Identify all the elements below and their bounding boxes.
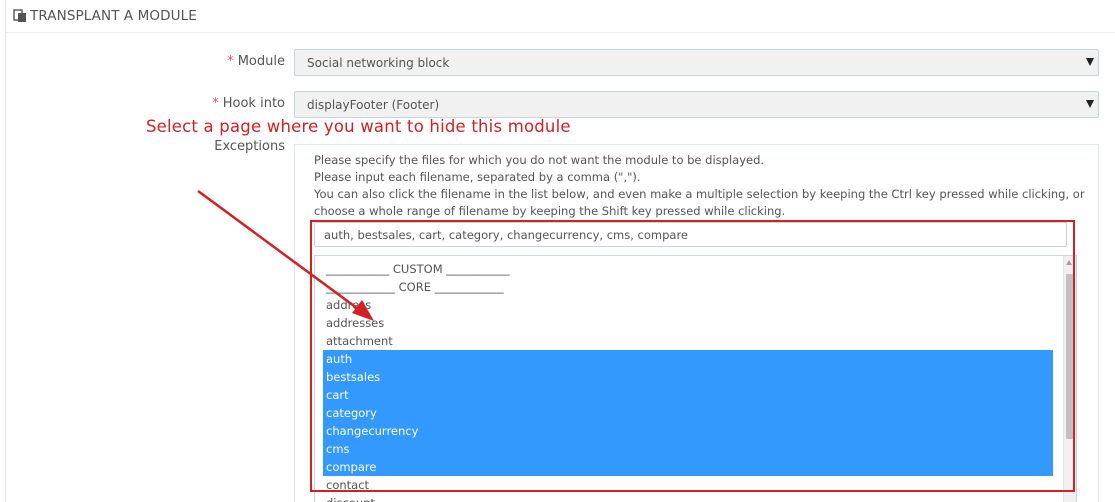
list-item[interactable]: category <box>323 404 1053 422</box>
scroll-up-icon[interactable] <box>1066 260 1072 265</box>
chevron-down-icon <box>1086 58 1094 66</box>
hook-label-text: Hook into <box>222 96 285 111</box>
help-text-line: Please specify the files for which you d… <box>314 153 765 167</box>
list-item[interactable]: ____________ CORE ____________ <box>323 278 1053 296</box>
list-item[interactable]: address <box>323 296 1053 314</box>
list-item[interactable]: contact <box>323 476 1053 494</box>
list-item[interactable]: bestsales <box>323 368 1053 386</box>
module-label: * Module <box>227 54 285 69</box>
list-item[interactable]: attachment <box>323 332 1053 350</box>
hook-label: * Hook into <box>212 96 285 111</box>
list-item[interactable]: auth <box>323 350 1053 368</box>
panel-heading: TRANSPLANT A MODULE <box>6 0 1115 33</box>
help-text-line: Please input each filename, separated by… <box>314 170 641 184</box>
exceptions-input-value: auth, bestsales, cart, category, changec… <box>324 227 689 242</box>
exceptions-input[interactable]: auth, bestsales, cart, category, changec… <box>314 222 1067 247</box>
required-mark: * <box>227 54 234 69</box>
help-text-line: choose a whole range of filename by keep… <box>314 204 786 218</box>
list-item[interactable]: discount <box>323 494 1053 502</box>
list-item[interactable]: addresses <box>323 314 1053 332</box>
panel-title: TRANSPLANT A MODULE <box>30 8 197 24</box>
chevron-down-icon <box>1086 100 1094 108</box>
scroll-thumb[interactable] <box>1066 274 1073 439</box>
hook-select-value: displayFooter (Footer) <box>307 97 440 112</box>
transplant-icon <box>13 9 27 23</box>
hook-select[interactable]: displayFooter (Footer) <box>294 91 1099 118</box>
list-item[interactable]: compare <box>323 458 1053 476</box>
list-item[interactable]: ___________ CUSTOM ___________ <box>323 260 1053 278</box>
annotation-text: Select a page where you want to hide thi… <box>146 117 571 136</box>
exceptions-listbox[interactable]: ___________ CUSTOM ___________ _________… <box>314 255 1077 502</box>
module-label-text: Module <box>237 54 285 69</box>
module-select-value: Social networking block <box>307 55 450 70</box>
listbox-scrollbar[interactable] <box>1063 256 1076 502</box>
list-item[interactable]: changecurrency <box>323 422 1053 440</box>
list-item[interactable]: cms <box>323 440 1053 458</box>
required-mark: * <box>212 96 219 111</box>
exceptions-label: Exceptions <box>214 139 285 154</box>
help-text-line: You can also click the filename in the l… <box>314 187 1085 201</box>
module-select[interactable]: Social networking block <box>294 49 1099 76</box>
list-item[interactable]: cart <box>323 386 1053 404</box>
